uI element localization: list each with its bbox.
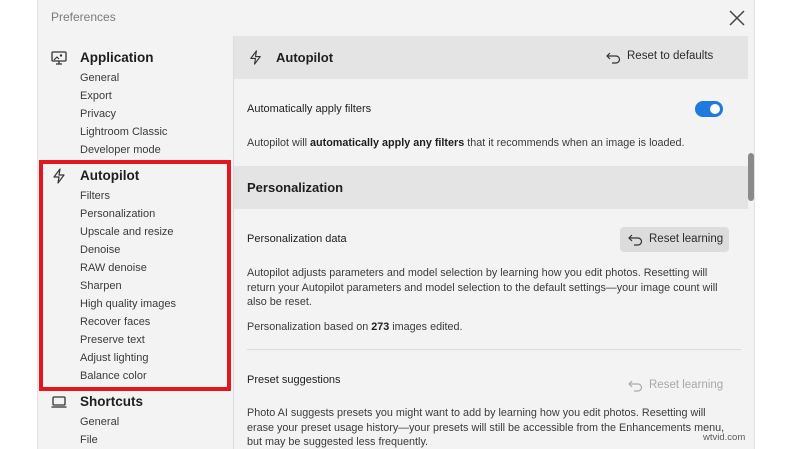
sidebar-item-privacy[interactable]: Privacy [38,105,233,123]
reset-learning-button[interactable]: Reset learning [620,227,729,252]
sidebar-item-raw-denoise[interactable]: RAW denoise [38,259,233,277]
sidebar-item-preserve-text[interactable]: Preserve text [38,331,233,349]
reset-learning-label: Reset learning [649,233,724,245]
settings-panel: Autopilot Reset to defaults Automaticall… [234,36,754,449]
nav-group-autopilot: Autopilot Filters Personalization Upscal… [38,165,233,385]
personalization-count: Personalization based on 273 images edit… [247,320,727,335]
personalization-data-label: Personalization data [247,233,347,245]
sidebar-item-general[interactable]: General [38,413,233,431]
sidebar-item-denoise[interactable]: Denoise [38,241,233,259]
sidebar-item-filters[interactable]: Filters [38,187,233,205]
preset-reset-learning-label: Reset learning [649,379,724,391]
lightning-icon [250,50,261,65]
reset-to-defaults-button[interactable]: Reset to defaults [606,48,716,68]
nav-group-label: Application [80,50,154,65]
monitor-icon [51,51,67,65]
laptop-icon [51,396,67,408]
undo-icon [606,52,621,64]
sidebar-item-adjust-lighting[interactable]: Adjust lighting [38,349,233,367]
sidebar-item-lightroom-classic[interactable]: Lightroom Classic [38,123,233,141]
sidebar-item-developer-mode[interactable]: Developer mode [38,141,233,159]
auto-apply-filters-label: Automatically apply filters [247,103,372,115]
sidebar-item-recover-faces[interactable]: Recover faces [38,313,233,331]
section-header-personalization: Personalization [234,166,748,209]
preset-suggestions-label: Preset suggestions [247,374,341,386]
section-divider [247,349,741,350]
auto-apply-filters-toggle[interactable] [695,101,723,117]
scrollbar-thumb[interactable] [748,153,754,201]
nav-group-label: Shortcuts [80,394,144,409]
nav-group-header-autopilot[interactable]: Autopilot [38,165,233,187]
toggle-knob [710,104,720,114]
desc-bold-text: automatically apply any filters [310,137,465,149]
nav-group-shortcuts: Shortcuts General File [38,391,233,449]
sidebar-item-sharpen[interactable]: Sharpen [38,277,233,295]
nav-group-header-shortcuts[interactable]: Shortcuts [38,391,233,413]
sidebar-item-upscale-and-resize[interactable]: Upscale and resize [38,223,233,241]
undo-icon [628,380,643,392]
sidebar: Application General Export Privacy Light… [38,36,233,449]
section-title: Personalization [247,180,344,195]
sidebar-item-high-quality-images[interactable]: High quality images [38,295,233,313]
nav-group-label: Autopilot [80,168,140,183]
count-text: images edited. [389,321,463,333]
nav-group-application: Application General Export Privacy Light… [38,47,233,159]
close-icon [729,10,745,26]
image-count-value: 273 [371,321,390,333]
personalization-description: Autopilot adjusts parameters and model s… [247,267,718,308]
sidebar-item-personalization[interactable]: Personalization [38,205,233,223]
preset-suggestions-description: Photo AI suggests presets you might want… [247,407,725,448]
lightning-icon [53,168,65,184]
close-button[interactable] [726,7,748,29]
section-title: Autopilot [276,50,334,65]
preferences-window: Preferences Application General Export P… [37,0,755,449]
window-title: Preferences [51,10,116,24]
preset-reset-learning-button[interactable]: Reset learning [620,373,729,398]
sidebar-item-balance-color[interactable]: Balance color [38,367,233,385]
desc-text: Autopilot will [247,137,311,149]
undo-icon [628,234,643,246]
title-bar: Preferences [38,0,754,36]
reset-to-defaults-label: Reset to defaults [627,50,714,62]
sidebar-item-general[interactable]: General [38,69,233,87]
sidebar-item-file[interactable]: File [38,431,233,449]
sidebar-item-export[interactable]: Export [38,87,233,105]
auto-apply-description: Autopilot will automatically apply any f… [247,136,727,151]
section-header-autopilot: Autopilot Reset to defaults [234,36,748,79]
watermark-text: wtvid.com [703,432,746,443]
count-text: Personalization based on [247,321,372,333]
desc-text: that it recommends when an image is load… [464,137,685,149]
nav-group-header-application[interactable]: Application [38,47,233,69]
